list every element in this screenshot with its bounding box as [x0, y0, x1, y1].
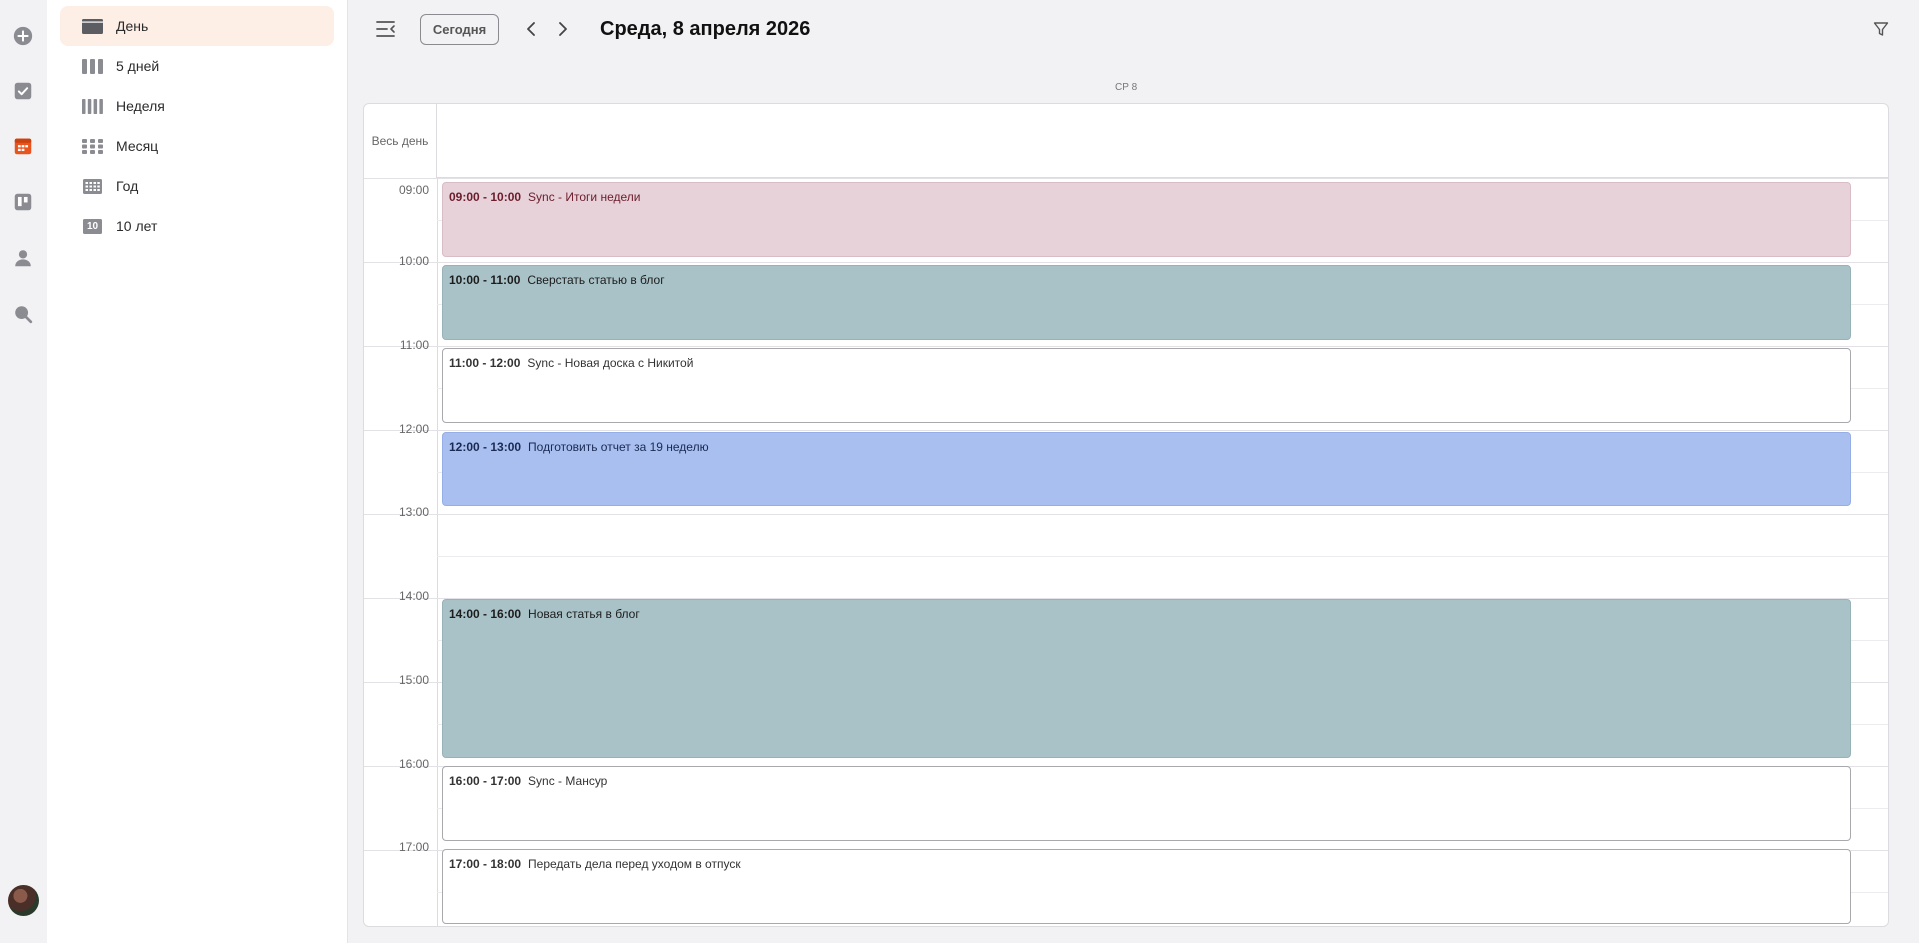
view-label: 5 дней	[116, 58, 160, 74]
view-label: Неделя	[116, 98, 165, 114]
view-sidebar: День 5 дней Неделя Месяц Год 10 10 лет	[47, 0, 348, 943]
event-time: 14:00 - 16:00	[449, 607, 522, 621]
event-title: Sync - Новая доска с Никитой	[527, 356, 694, 370]
hour-label: 15:00	[398, 673, 429, 687]
calendar-event[interactable]: 12:00 - 13:00 Подготовить отчет за 19 нед…	[442, 432, 1851, 506]
calendar-event[interactable]: 17:00 - 18:00 Передать дела перед уходом …	[442, 849, 1851, 924]
calendar-event[interactable]: 10:00 - 11:00 Сверстать статью в блог	[442, 265, 1851, 340]
month-view-icon	[82, 138, 103, 154]
toggle-sidebar-icon[interactable]	[375, 18, 397, 40]
hour-line	[364, 514, 1888, 515]
hour-label: 14:00	[398, 589, 429, 603]
event-time: 09:00 - 10:00	[449, 190, 522, 204]
event-title: Новая статья в блог	[528, 607, 640, 621]
event-title: Сверстать статью в блог	[527, 273, 665, 287]
hour-line	[364, 262, 1888, 263]
day-grid: Весь день 09:00 10:00 11:00 12:00 13:00 …	[363, 103, 1889, 927]
hour-label: 10:00	[398, 254, 429, 268]
view-year[interactable]: Год	[60, 166, 334, 206]
calendar-app: День 5 дней Неделя Месяц Год 10 10 лет С…	[0, 0, 1919, 943]
ten-years-badge: 10	[83, 218, 102, 234]
hour-label: 17:00	[398, 840, 429, 854]
ten-years-view-icon: 10	[82, 218, 103, 234]
main-area: Сегодня Среда, 8 апреля 2026 СР 8 Весь д…	[349, 0, 1919, 943]
calendar-event[interactable]: 16:00 - 17:00 Sync - Мансур	[442, 766, 1851, 841]
event-time: 12:00 - 13:00	[449, 440, 522, 454]
week-view-icon	[82, 98, 103, 114]
hour-line	[364, 346, 1888, 347]
event-title: Передать дела перед уходом в отпуск	[528, 857, 741, 871]
event-time: 10:00 - 11:00	[449, 273, 521, 287]
hour-line	[364, 178, 1888, 179]
chevron-left-icon[interactable]	[521, 19, 541, 39]
five-days-view-icon	[82, 58, 103, 74]
year-view-icon	[82, 178, 103, 194]
tasks-check-icon[interactable]	[11, 79, 35, 103]
board-icon[interactable]	[11, 190, 35, 214]
view-week[interactable]: Неделя	[60, 86, 334, 126]
time-gutter-divider	[437, 178, 438, 926]
view-label: Месяц	[116, 138, 159, 154]
hour-line	[364, 430, 1888, 431]
contacts-person-icon[interactable]	[11, 246, 35, 270]
event-title: Подготовить отчет за 19 неделю	[528, 440, 709, 454]
event-time: 17:00 - 18:00	[449, 857, 522, 871]
event-time: 16:00 - 17:00	[449, 774, 522, 788]
view-ten-years[interactable]: 10 10 лет	[60, 206, 334, 246]
event-time: 11:00 - 12:00	[449, 356, 521, 370]
view-day[interactable]: День	[60, 6, 334, 46]
avatar[interactable]	[8, 885, 39, 916]
calendar-event[interactable]: 09:00 - 10:00 Sync - Итоги недели	[442, 182, 1851, 257]
filter-icon[interactable]	[1872, 20, 1890, 38]
app-rail	[0, 0, 47, 943]
search-icon[interactable]	[11, 302, 35, 326]
view-five-days[interactable]: 5 дней	[60, 46, 334, 86]
plus-circle-icon[interactable]	[11, 24, 35, 48]
calendar-event[interactable]: 11:00 - 12:00 Sync - Новая доска с Никито…	[442, 348, 1851, 423]
calendar-icon[interactable]	[11, 134, 35, 158]
hour-label: 13:00	[398, 505, 429, 519]
all-day-label: Весь день	[364, 104, 437, 178]
view-month[interactable]: Месяц	[60, 126, 334, 166]
calendar-event[interactable]: 14:00 - 16:00 Новая статья в блог	[442, 599, 1851, 758]
event-title: Sync - Мансур	[528, 774, 608, 788]
half-hour-line	[437, 556, 1888, 557]
view-label: 10 лет	[116, 218, 158, 234]
today-button[interactable]: Сегодня	[420, 14, 499, 45]
chevron-right-icon[interactable]	[553, 19, 573, 39]
view-label: День	[116, 18, 149, 34]
day-view-icon	[82, 18, 103, 34]
event-title: Sync - Итоги недели	[528, 190, 641, 204]
hour-label: 11:00	[399, 338, 429, 352]
view-label: Год	[116, 178, 139, 194]
hour-label: 09:00	[398, 183, 429, 197]
hour-label: 16:00	[398, 757, 429, 771]
page-title: Среда, 8 апреля 2026	[600, 18, 811, 40]
day-header-label: СР 8	[1115, 82, 1138, 93]
hour-label: 12:00	[398, 422, 429, 436]
all-day-area[interactable]	[437, 104, 1888, 178]
